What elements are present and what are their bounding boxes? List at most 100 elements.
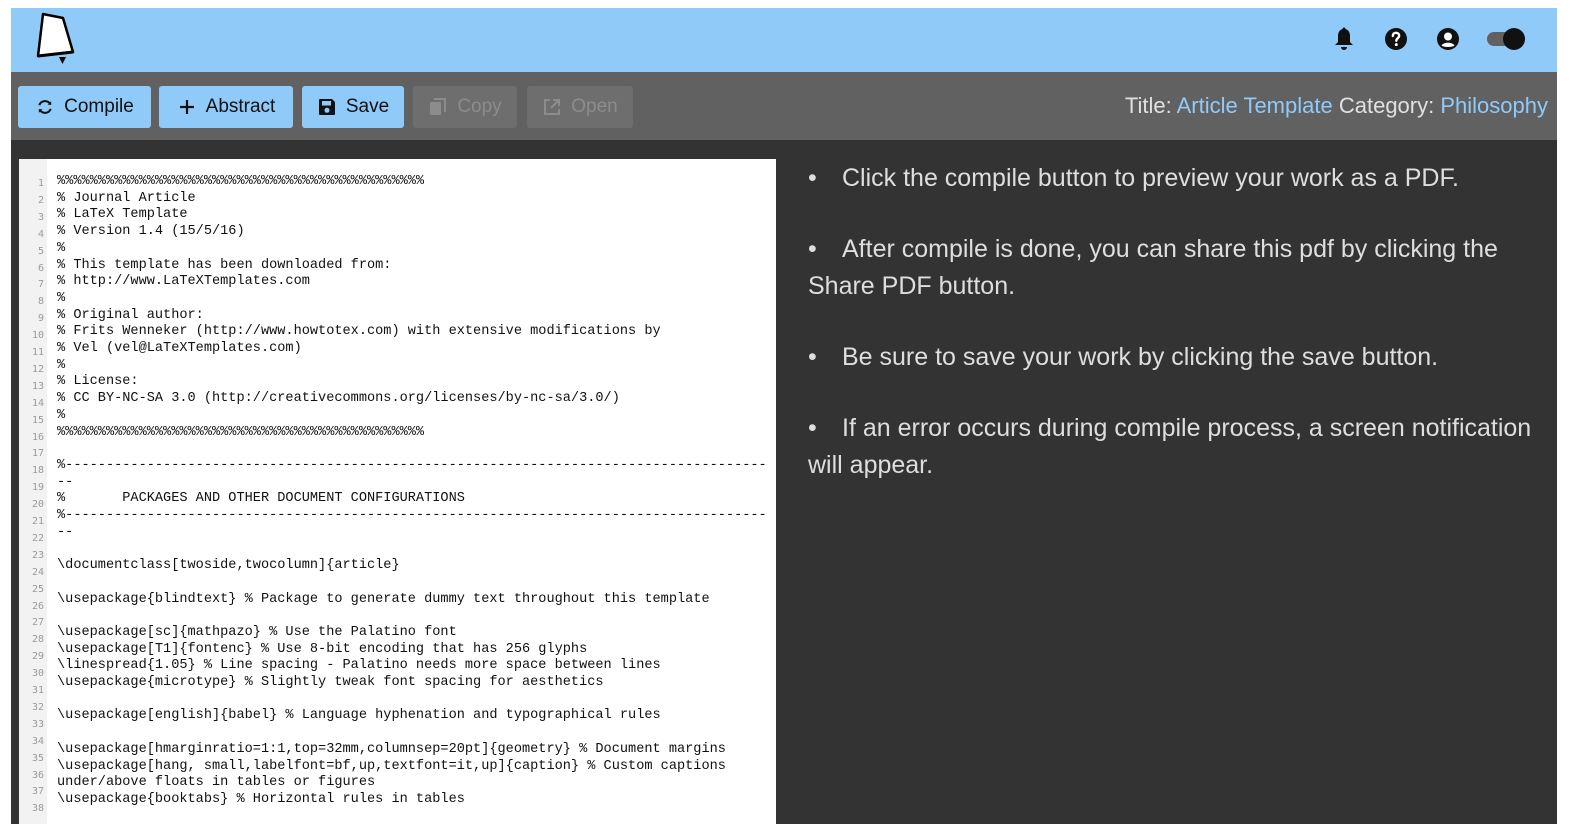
code-line[interactable]: \usepackage{microtype} % Slightly tweak … bbox=[57, 675, 769, 692]
editor-toolbar: Compile Abstract Save Copy Open Title: A… bbox=[11, 72, 1557, 140]
line-number: 25 bbox=[31, 583, 44, 595]
line-number: 32 bbox=[31, 701, 44, 713]
code-content[interactable]: %%%%%%%%%%%%%%%%%%%%%%%%%%%%%%%%%%%%%%%%… bbox=[57, 174, 769, 824]
copy-label: Copy bbox=[457, 96, 502, 117]
code-line[interactable]: %---------------------------------------… bbox=[57, 508, 769, 541]
line-number: 15 bbox=[31, 414, 44, 426]
refresh-icon bbox=[35, 97, 55, 117]
line-number: 7 bbox=[37, 279, 44, 291]
abstract-label: Abstract bbox=[205, 96, 276, 117]
help-text: If an error occurs during compile proces… bbox=[808, 414, 1532, 479]
document-info: Title: Article Template Category: Philos… bbox=[1125, 93, 1548, 119]
line-number: 23 bbox=[31, 549, 44, 561]
line-number: 12 bbox=[31, 363, 44, 375]
line-number: 26 bbox=[31, 600, 44, 612]
line-number: 3 bbox=[37, 211, 44, 223]
copy-button[interactable]: Copy bbox=[413, 86, 517, 128]
theme-toggle-switch[interactable] bbox=[1485, 24, 1529, 54]
code-line[interactable]: % CC BY-NC-SA 3.0 (http://creativecommon… bbox=[57, 391, 769, 408]
code-line[interactable]: % Frits Wenneker (http://www.howtotex.co… bbox=[57, 324, 769, 341]
open-external-icon bbox=[542, 97, 562, 117]
code-line[interactable]: %%%%%%%%%%%%%%%%%%%%%%%%%%%%%%%%%%%%%%%%… bbox=[57, 425, 769, 442]
line-number: 11 bbox=[31, 347, 44, 358]
line-number: 30 bbox=[31, 668, 44, 680]
code-line[interactable]: \documentclass[twoside,twocolumn]{articl… bbox=[57, 558, 769, 575]
code-line[interactable] bbox=[57, 541, 769, 558]
abstract-button[interactable]: Abstract bbox=[159, 86, 293, 128]
open-label: Open bbox=[571, 96, 618, 117]
bell-icon[interactable] bbox=[1329, 24, 1359, 54]
app-window: Compile Abstract Save Copy Open Title: A… bbox=[11, 8, 1557, 824]
line-number-gutter: 1 2 3 4 5 6 7 8 9 10 11 12 13 14 15 16 17 18 19 20 21 22 23 24 2… bbox=[19, 159, 47, 824]
code-line[interactable]: % This template has been downloaded from… bbox=[57, 258, 769, 275]
save-button[interactable]: Save bbox=[302, 86, 404, 128]
line-number: 4 bbox=[37, 228, 44, 240]
code-line[interactable]: % Original author: bbox=[57, 308, 769, 325]
code-line[interactable]: %%%%%%%%%%%%%%%%%%%%%%%%%%%%%%%%%%%%%%%%… bbox=[57, 174, 769, 191]
line-number: 13 bbox=[31, 380, 44, 392]
code-line[interactable]: % http://www.LaTeXTemplates.com bbox=[57, 274, 769, 291]
code-line[interactable]: %---------------------------------------… bbox=[57, 458, 769, 491]
code-line[interactable]: \usepackage[english]{babel} % Language h… bbox=[57, 708, 769, 725]
line-number: 36 bbox=[31, 769, 44, 781]
line-number: 24 bbox=[31, 566, 44, 578]
bullet-icon: • bbox=[808, 414, 817, 442]
plus-icon bbox=[177, 97, 197, 117]
code-line[interactable]: % LaTeX Template bbox=[57, 207, 769, 224]
code-line[interactable] bbox=[57, 441, 769, 458]
line-number: 16 bbox=[31, 431, 44, 443]
code-line[interactable]: % License: bbox=[57, 374, 769, 391]
code-line[interactable]: % Journal Article bbox=[57, 191, 769, 208]
line-number: 5 bbox=[37, 245, 44, 257]
line-number: 31 bbox=[31, 685, 44, 696]
code-line[interactable] bbox=[57, 809, 769, 824]
code-line[interactable]: % Vel (vel@LaTeXTemplates.com) bbox=[57, 341, 769, 358]
compile-button[interactable]: Compile bbox=[18, 86, 151, 128]
account-circle-icon[interactable] bbox=[1433, 24, 1463, 54]
line-number: 1 bbox=[37, 178, 44, 189]
compile-label: Compile bbox=[64, 96, 134, 117]
code-line[interactable] bbox=[57, 725, 769, 742]
code-line[interactable]: \usepackage[hmarginratio=1:1,top=32mm,co… bbox=[57, 742, 769, 759]
code-line[interactable]: % PACKAGES AND OTHER DOCUMENT CONFIGURAT… bbox=[57, 491, 769, 508]
code-editor[interactable]: 1 2 3 4 5 6 7 8 9 10 11 12 13 14 15 16 17 18 19 20 21 22 23 24 2… bbox=[19, 159, 776, 824]
copy-icon bbox=[428, 97, 448, 117]
code-line[interactable]: % Version 1.4 (15/5/16) bbox=[57, 224, 769, 241]
floppy-disk-icon bbox=[317, 97, 337, 117]
line-number: 29 bbox=[31, 651, 44, 663]
code-line[interactable]: \usepackage[hang, small,labelfont=bf,up,… bbox=[57, 759, 769, 792]
bullet-icon: • bbox=[808, 164, 817, 192]
line-number: 14 bbox=[31, 397, 44, 409]
code-line[interactable]: \usepackage[T1]{fontenc} % Use 8-bit enc… bbox=[57, 642, 769, 659]
title-value[interactable]: Article Template bbox=[1177, 93, 1333, 118]
help-item: • Be sure to save your work by clicking t… bbox=[808, 339, 1548, 376]
help-item: • Click the compile button to preview you… bbox=[808, 160, 1548, 197]
help-text: Be sure to save your work by clicking th… bbox=[842, 343, 1439, 371]
open-button[interactable]: Open bbox=[527, 86, 633, 128]
code-line[interactable]: % bbox=[57, 358, 769, 375]
code-line[interactable] bbox=[57, 608, 769, 625]
line-number: 22 bbox=[31, 532, 44, 544]
bullet-icon: • bbox=[808, 235, 817, 263]
help-circle-icon[interactable] bbox=[1381, 24, 1411, 54]
line-number: 35 bbox=[31, 752, 44, 764]
code-line[interactable]: \usepackage[sc]{mathpazo} % Use the Pala… bbox=[57, 625, 769, 642]
top-app-bar bbox=[11, 8, 1557, 72]
line-number: 27 bbox=[31, 617, 44, 629]
code-line[interactable]: % bbox=[57, 408, 769, 425]
code-line[interactable]: % bbox=[57, 291, 769, 308]
code-line[interactable]: % bbox=[57, 241, 769, 258]
line-number: 6 bbox=[37, 262, 44, 274]
app-logo-icon[interactable] bbox=[33, 12, 81, 66]
code-line[interactable]: \linespread{1.05} % Line spacing - Palat… bbox=[57, 658, 769, 675]
line-number: 19 bbox=[31, 482, 44, 494]
help-text: Click the compile button to preview your… bbox=[842, 164, 1459, 192]
line-number: 38 bbox=[31, 803, 44, 815]
code-line[interactable] bbox=[57, 575, 769, 592]
line-number: 10 bbox=[31, 330, 44, 342]
code-line[interactable]: \usepackage{booktabs} % Horizontal rules… bbox=[57, 792, 769, 809]
code-line[interactable] bbox=[57, 692, 769, 709]
save-label: Save bbox=[345, 96, 390, 117]
code-line[interactable]: \usepackage{blindtext} % Package to gene… bbox=[57, 592, 769, 609]
category-value[interactable]: Philosophy bbox=[1440, 93, 1548, 118]
